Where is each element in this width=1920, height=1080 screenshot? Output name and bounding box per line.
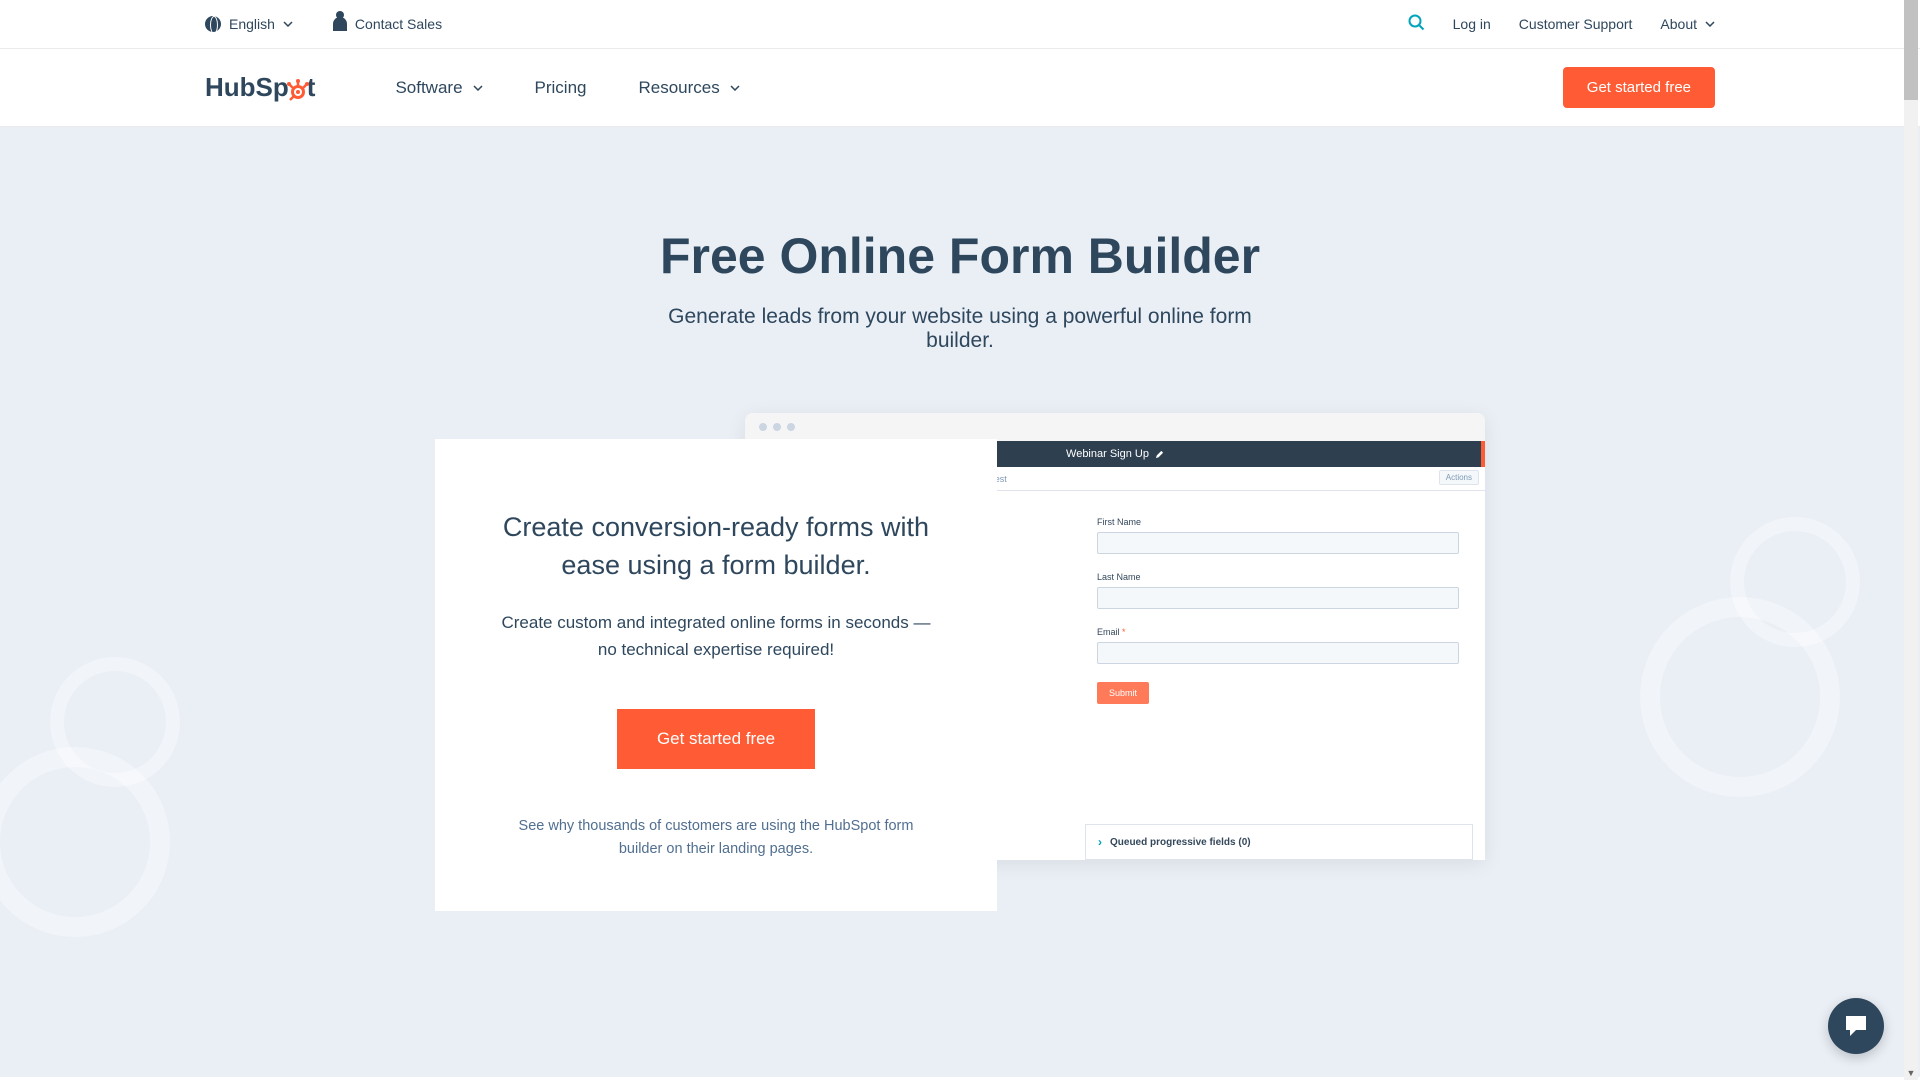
- chevron-right-icon: ›: [1098, 835, 1102, 849]
- text-input: [1097, 587, 1459, 609]
- chat-icon: [1842, 1012, 1870, 1040]
- queued-fields-bar: › Queued progressive fields (0): [1085, 824, 1473, 860]
- language-label: English: [229, 16, 275, 32]
- logo-text-1: HubSp: [205, 72, 289, 103]
- browser-dot: [759, 423, 767, 431]
- app-header-title: Webinar Sign Up: [1066, 448, 1149, 460]
- feature-description: Create custom and integrated online form…: [495, 609, 937, 663]
- text-input: [1097, 642, 1459, 664]
- field-email: Email *: [1097, 627, 1459, 664]
- sprocket-icon: [287, 77, 309, 99]
- get-started-button[interactable]: Get started free: [1563, 67, 1715, 108]
- field-label: Email *: [1097, 627, 1459, 637]
- chevron-down-icon: [283, 19, 293, 29]
- support-link[interactable]: Customer Support: [1519, 16, 1633, 32]
- vertical-scrollbar[interactable]: ▲ ▼: [1904, 0, 1918, 1080]
- nav-label: Software: [395, 78, 462, 98]
- decorative-circle: [1730, 517, 1860, 647]
- scroll-thumb[interactable]: [1904, 0, 1918, 100]
- page-subtitle: Generate leads from your website using a…: [640, 305, 1280, 353]
- nav-label: Pricing: [535, 78, 587, 98]
- field-label: Last Name: [1097, 572, 1459, 582]
- utility-nav-left: English Contact Sales: [205, 16, 442, 32]
- feature-note: See why thousands of customers are using…: [496, 815, 936, 861]
- utility-nav-right: Log in Customer Support About: [1408, 14, 1715, 34]
- chevron-down-icon: [1705, 19, 1715, 29]
- decorative-circle: [50, 657, 180, 787]
- field-first-name: First Name: [1097, 517, 1459, 554]
- nav-items: Software Pricing Resources: [395, 78, 739, 98]
- nav-item-software[interactable]: Software: [395, 78, 482, 98]
- page-title: Free Online Form Builder: [0, 227, 1920, 285]
- pencil-icon: [1155, 450, 1164, 459]
- nav-item-pricing[interactable]: Pricing: [535, 78, 587, 98]
- nav-label: Resources: [639, 78, 720, 98]
- main-nav-left: HubSp t Software Pricing Resources: [205, 72, 740, 103]
- browser-chrome: [745, 413, 1485, 441]
- login-link[interactable]: Log in: [1453, 16, 1491, 32]
- about-label: About: [1660, 16, 1697, 32]
- globe-icon: [205, 16, 221, 32]
- hero-section: Free Online Form Builder Generate leads …: [0, 127, 1920, 1077]
- hubspot-logo[interactable]: HubSp t: [205, 72, 315, 103]
- contact-sales-link[interactable]: Contact Sales: [333, 16, 442, 32]
- field-label: First Name: [1097, 517, 1459, 527]
- utility-nav: English Contact Sales Log in Customer Su…: [0, 0, 1920, 49]
- browser-dot: [773, 423, 781, 431]
- chat-widget-button[interactable]: [1828, 998, 1884, 1054]
- main-nav: HubSp t Software Pricing Resources Get s…: [0, 49, 1920, 127]
- feature-card: Create conversion-ready forms with ease …: [435, 439, 997, 911]
- field-last-name: Last Name: [1097, 572, 1459, 609]
- submit-button: Submit: [1097, 682, 1149, 704]
- accent-stripe: [1481, 441, 1485, 467]
- actions-dropdown: Actions: [1439, 470, 1479, 485]
- nav-item-resources[interactable]: Resources: [639, 78, 740, 98]
- chevron-down-icon: [473, 83, 483, 93]
- feature-title: Create conversion-ready forms with ease …: [495, 509, 937, 585]
- person-icon: [333, 17, 347, 31]
- search-icon[interactable]: [1408, 14, 1425, 34]
- chevron-down-icon: [730, 83, 740, 93]
- contact-sales-label: Contact Sales: [355, 16, 442, 32]
- text-input: [1097, 532, 1459, 554]
- language-selector[interactable]: English: [205, 16, 293, 32]
- queued-label: Queued progressive fields (0): [1110, 837, 1251, 848]
- browser-dot: [787, 423, 795, 431]
- scroll-down-arrow[interactable]: ▼: [1904, 1066, 1918, 1080]
- about-dropdown[interactable]: About: [1660, 16, 1715, 32]
- get-started-button[interactable]: Get started free: [617, 709, 815, 769]
